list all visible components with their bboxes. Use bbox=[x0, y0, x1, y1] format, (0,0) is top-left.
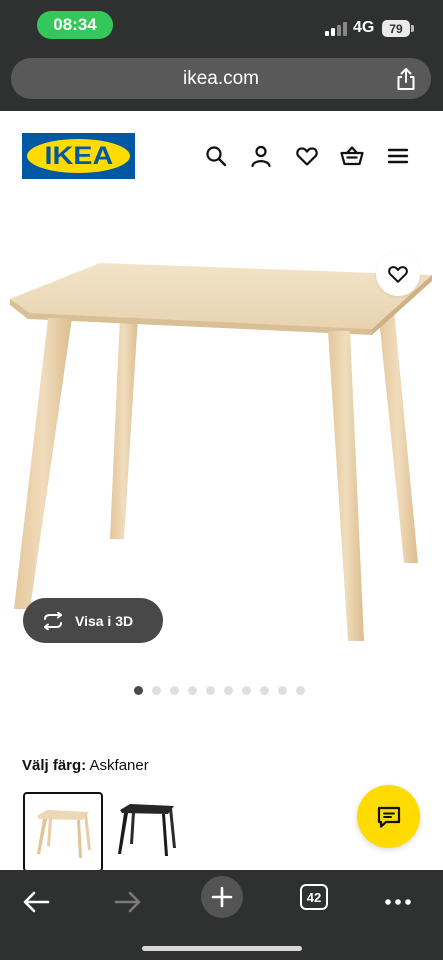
browser-toolbar: 42 bbox=[0, 870, 443, 960]
color-selection-label: Välj färg: Askfaner bbox=[22, 757, 149, 774]
carousel-dot[interactable] bbox=[206, 686, 215, 695]
menu-icon[interactable] bbox=[386, 144, 410, 168]
logo-text: IKEA bbox=[44, 141, 113, 170]
logo-oval: IKEA bbox=[27, 139, 130, 173]
carousel-dot[interactable] bbox=[134, 686, 143, 695]
status-bar: 08:34 4G 79 bbox=[0, 0, 443, 50]
ash-table-thumbnail bbox=[37, 810, 91, 858]
heart-icon bbox=[388, 266, 408, 283]
basket-icon[interactable] bbox=[340, 144, 364, 168]
more-icon bbox=[385, 899, 411, 905]
selected-color-name: Askfaner bbox=[89, 757, 149, 774]
account-icon[interactable] bbox=[249, 144, 273, 168]
chat-button[interactable] bbox=[357, 785, 420, 848]
address-bar[interactable]: ikea.com bbox=[11, 58, 431, 99]
battery-icon: 79 bbox=[382, 20, 414, 37]
home-indicator bbox=[142, 946, 302, 951]
rotate-3d-icon bbox=[44, 611, 62, 630]
carousel-dot[interactable] bbox=[242, 686, 251, 695]
browser-address-area: ikea.com bbox=[0, 50, 443, 111]
carousel-dot[interactable] bbox=[224, 686, 233, 695]
color-swatch-black[interactable] bbox=[112, 792, 192, 872]
back-button[interactable] bbox=[16, 882, 56, 922]
carousel-dot[interactable] bbox=[170, 686, 179, 695]
heart-icon[interactable] bbox=[295, 144, 319, 168]
status-time: 08:34 bbox=[37, 11, 113, 39]
forward-button[interactable] bbox=[108, 882, 148, 922]
more-options-button[interactable] bbox=[378, 882, 418, 922]
network-type: 4G bbox=[353, 19, 375, 36]
signal-icon bbox=[325, 22, 347, 36]
ikea-logo[interactable]: IKEA bbox=[22, 133, 135, 179]
color-label-prefix: Välj färg: bbox=[22, 757, 87, 774]
site-header: IKEA bbox=[0, 111, 443, 201]
carousel-dot[interactable] bbox=[278, 686, 287, 695]
search-icon[interactable] bbox=[204, 144, 228, 168]
back-arrow-icon bbox=[23, 891, 50, 913]
url-text: ikea.com bbox=[182, 68, 260, 89]
view-in-3d-button[interactable]: Visa i 3D bbox=[23, 598, 163, 643]
image-carousel-dots bbox=[134, 686, 305, 695]
chat-icon bbox=[377, 806, 400, 828]
favorite-button[interactable] bbox=[376, 252, 420, 296]
color-swatch-ash[interactable] bbox=[23, 792, 103, 872]
carousel-dot[interactable] bbox=[260, 686, 269, 695]
black-table-thumbnail bbox=[118, 804, 176, 856]
tabs-button[interactable]: 42 bbox=[300, 884, 328, 910]
view-in-3d-label: Visa i 3D bbox=[75, 612, 134, 629]
carousel-dot[interactable] bbox=[188, 686, 197, 695]
plus-icon bbox=[211, 886, 233, 908]
forward-arrow-icon bbox=[114, 891, 141, 913]
carousel-dot[interactable] bbox=[152, 686, 161, 695]
share-icon[interactable] bbox=[395, 67, 417, 91]
carousel-dot[interactable] bbox=[296, 686, 305, 695]
new-tab-button[interactable] bbox=[201, 876, 243, 918]
tab-count: 42 bbox=[306, 889, 322, 905]
battery-level: 79 bbox=[389, 21, 403, 36]
